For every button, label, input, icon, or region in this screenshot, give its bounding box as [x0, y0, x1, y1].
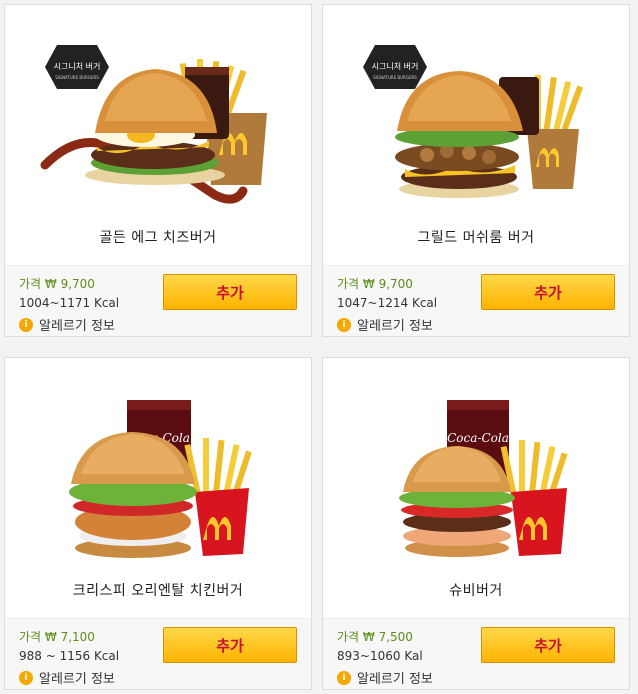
info-icon: i: [19, 670, 33, 685]
allergy-info-link[interactable]: i 알레르기 정보: [19, 668, 115, 687]
allergy-info-link[interactable]: i 알레르기 정보: [337, 668, 433, 687]
menu-card[interactable]: 시그니처 버거 SIGNATURE BURGERS 그릴드 머쉬룸 버거 가격 …: [322, 4, 630, 337]
allergy-label: 알레르기 정보: [357, 672, 433, 687]
calories: 1004~1171 Kcal: [19, 296, 120, 310]
card-footer: 가격 ₩ 9,700 1004~1171 Kcal i 알레르기 정보 추가: [5, 265, 311, 336]
calories: 893~1060 Kal: [337, 649, 423, 663]
menu-card[interactable]: Coca-Cola 크리스피 오리엔탈 치킨버거 가격 ₩: [4, 357, 312, 690]
price: 가격 ₩ 9,700: [19, 277, 95, 291]
drink-logo: Coca-Cola: [447, 431, 509, 445]
burger-icon: [69, 432, 197, 558]
info-icon: i: [19, 317, 33, 332]
burger-icon: [395, 71, 523, 198]
allergy-info-link[interactable]: i 알레르기 정보: [19, 315, 115, 334]
badge-label: 시그니처 버거: [54, 61, 101, 71]
card-footer: 가격 ₩ 7,500 893~1060 Kal i 알레르기 정보 추가: [323, 618, 629, 689]
product-image[interactable]: Coca-Cola: [323, 358, 629, 568]
add-button[interactable]: 추가: [481, 274, 615, 310]
fries-icon: [184, 438, 252, 556]
badge-sublabel: SIGNATURE BURGERS: [55, 75, 99, 80]
allergy-label: 알레르기 정보: [39, 319, 115, 334]
allergy-label: 알레르기 정보: [39, 672, 115, 687]
info-icon: i: [337, 317, 351, 332]
product-name[interactable]: 크리스피 오리엔탈 치킨버거: [5, 580, 311, 600]
product-image[interactable]: 시그니처 버거 SIGNATURE BURGERS: [323, 5, 629, 215]
price: 가격 ₩ 9,700: [337, 277, 413, 291]
calories: 1047~1214 Kcal: [337, 296, 438, 310]
menu-card[interactable]: 시그니처 버거 SIGNATURE BURGERS 골든 에그 치즈버거 가격 …: [4, 4, 312, 337]
allergy-info-link[interactable]: i 알레르기 정보: [337, 315, 433, 334]
product-image[interactable]: Coca-Cola: [5, 358, 311, 568]
menu-card[interactable]: Coca-Cola 슈비버거 가격 ₩ 7,500 893~1060 Kal i…: [322, 357, 630, 690]
calories: 988 ~ 1156 Kcal: [19, 649, 120, 663]
card-footer: 가격 ₩ 7,100 988 ~ 1156 Kcal i 알레르기 정보 추가: [5, 618, 311, 689]
product-name[interactable]: 그릴드 머쉬룸 버거: [323, 227, 629, 247]
product-name[interactable]: 슈비버거: [323, 580, 629, 600]
allergy-label: 알레르기 정보: [357, 319, 433, 334]
badge-label: 시그니처 버거: [372, 61, 419, 71]
add-button[interactable]: 추가: [163, 274, 297, 310]
product-image[interactable]: 시그니처 버거 SIGNATURE BURGERS: [5, 5, 311, 215]
card-footer: 가격 ₩ 9,700 1047~1214 Kcal i 알레르기 정보 추가: [323, 265, 629, 336]
price: 가격 ₩ 7,500: [337, 630, 413, 644]
add-button[interactable]: 추가: [163, 627, 297, 663]
burger-icon: [399, 446, 515, 557]
add-button[interactable]: 추가: [481, 627, 615, 663]
info-icon: i: [337, 670, 351, 685]
badge-sublabel: SIGNATURE BURGERS: [373, 75, 417, 80]
product-name[interactable]: 골든 에그 치즈버거: [5, 227, 311, 247]
price: 가격 ₩ 7,100: [19, 630, 95, 644]
